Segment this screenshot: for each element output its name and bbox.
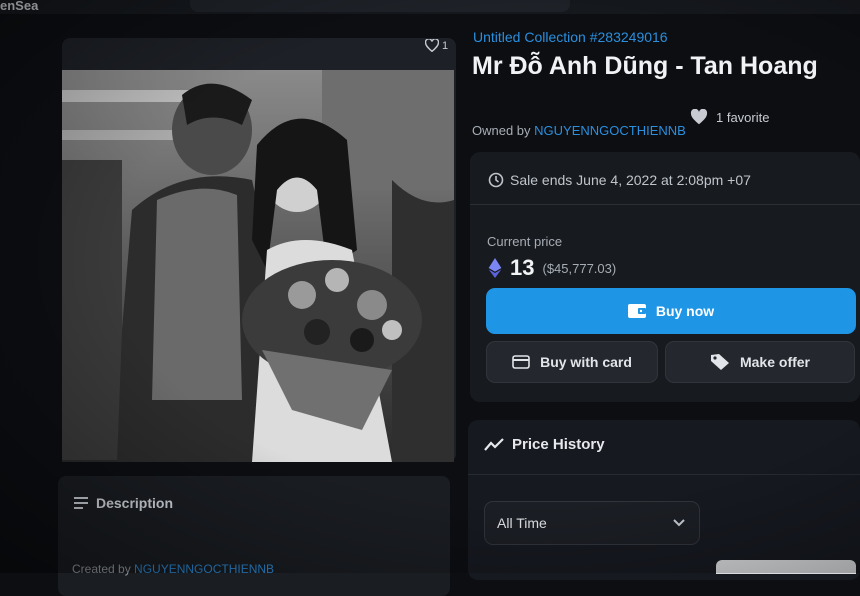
credit-card-icon	[512, 355, 530, 369]
light-element	[716, 560, 856, 574]
owner-link[interactable]: NGUYENNGOCTHIENNB	[534, 123, 686, 138]
tag-icon	[710, 354, 729, 370]
creator-link[interactable]: NGUYENNGOCTHIENNB	[134, 562, 274, 576]
site-logo[interactable]: enSea	[0, 0, 38, 13]
ethereum-icon	[488, 258, 502, 278]
time-range-select[interactable]: All Time	[484, 501, 700, 545]
buy-now-button[interactable]: Buy now	[486, 288, 856, 334]
media-favorite[interactable]: 1	[425, 39, 448, 52]
clock-icon	[488, 172, 504, 188]
favorites-label: 1 favorite	[716, 109, 770, 125]
buy-with-card-label: Buy with card	[540, 354, 632, 370]
favorites-count[interactable]: 1 favorite	[690, 109, 769, 125]
sale-ends-text: Sale ends June 4, 2022 at 2:08pm +07	[510, 172, 751, 188]
owned-by: Owned by NGUYENNGOCTHIENNB	[472, 123, 686, 138]
description-card	[58, 476, 450, 596]
wallet-icon	[627, 304, 646, 318]
owned-by-prefix: Owned by	[472, 123, 535, 138]
description-header[interactable]: Description	[74, 495, 173, 511]
search-bar[interactable]	[190, 0, 570, 12]
top-bar: enSea	[0, 0, 860, 14]
make-offer-button[interactable]: Make offer	[665, 341, 855, 383]
created-by: Created by NGUYENNGOCTHIENNB	[72, 562, 274, 576]
asset-title: Mr Đỗ Anh Dũng - Tan Hoang	[472, 52, 818, 80]
price-usd: ($45,777.03)	[542, 260, 617, 276]
current-price: 13 ($45,777.03)	[488, 255, 616, 281]
description-title: Description	[96, 495, 174, 511]
price-history-divider	[468, 474, 860, 475]
buy-now-label: Buy now	[655, 303, 715, 319]
trend-icon	[484, 437, 504, 451]
make-offer-label: Make offer	[739, 354, 811, 370]
created-by-prefix: Created by	[72, 562, 135, 576]
price-history-title: Price History	[512, 436, 605, 453]
collection-link[interactable]: Untitled Collection #283249016	[473, 29, 668, 45]
time-range-value: All Time	[497, 515, 547, 531]
price-eth: 13	[510, 255, 535, 280]
list-icon	[74, 497, 88, 509]
buy-with-card-button[interactable]: Buy with card	[486, 341, 658, 383]
price-history-header[interactable]: Price History	[484, 436, 605, 453]
heart-icon	[690, 109, 708, 125]
nft-image[interactable]	[62, 70, 454, 462]
chevron-down-icon	[673, 519, 685, 527]
sale-ends: Sale ends June 4, 2022 at 2:08pm +07	[488, 172, 751, 188]
media-favorite-count: 1	[442, 39, 449, 52]
current-price-label: Current price	[487, 234, 563, 249]
heart-icon	[425, 39, 439, 52]
